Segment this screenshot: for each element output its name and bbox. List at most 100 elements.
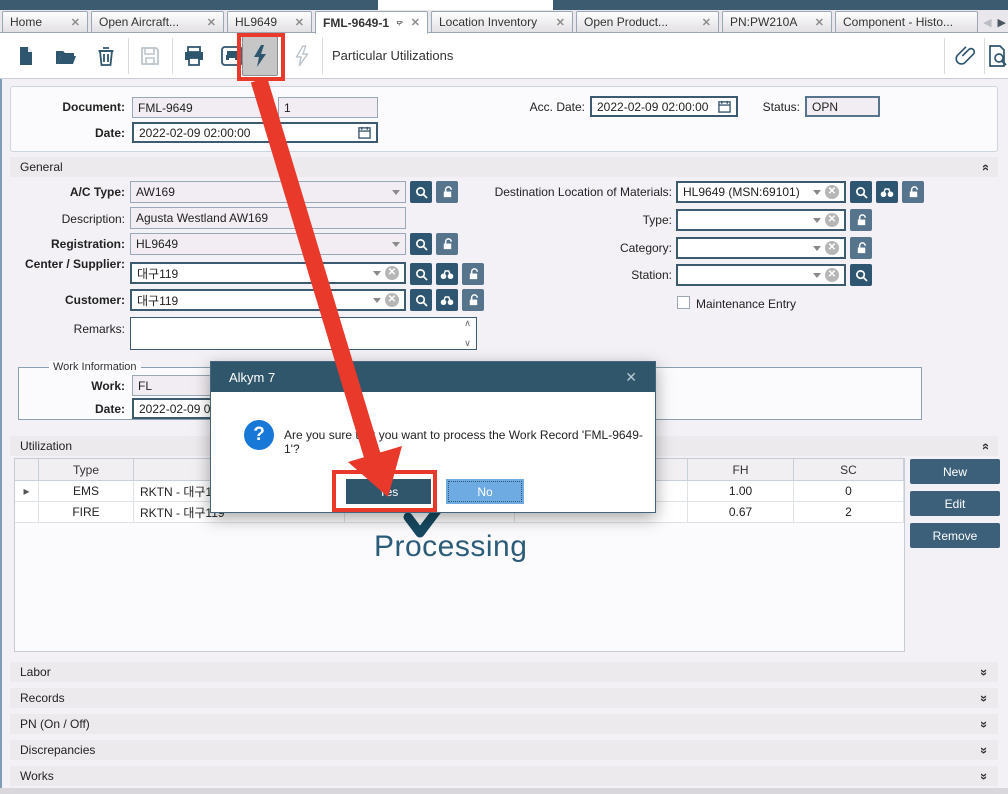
- dest-location-combo[interactable]: HL9649 (MSN:69101) ✕: [676, 181, 846, 203]
- type-combo[interactable]: ✕: [676, 209, 846, 231]
- cell-type[interactable]: EMS: [39, 481, 134, 502]
- remove-button[interactable]: Remove: [910, 523, 1000, 548]
- chevron-down-icon[interactable]: [392, 190, 400, 195]
- dest-location-binoculars-button[interactable]: [876, 181, 898, 203]
- edit-button[interactable]: Edit: [910, 491, 1000, 516]
- tab-open-aircraft[interactable]: Open Aircraft... ✕: [91, 11, 224, 33]
- process-button[interactable]: [242, 36, 278, 76]
- ac-type-combo[interactable]: AW169: [130, 181, 406, 203]
- section-records[interactable]: Records »: [10, 688, 998, 708]
- clear-icon[interactable]: ✕: [825, 268, 839, 282]
- calendar-icon[interactable]: [358, 126, 371, 139]
- tab-hl9649[interactable]: HL9649 ✕: [227, 11, 312, 33]
- clear-icon[interactable]: ✕: [825, 213, 839, 227]
- clear-icon[interactable]: ✕: [825, 185, 839, 199]
- general-section-header[interactable]: General »: [10, 157, 998, 177]
- chevron-down-icon[interactable]: [373, 271, 381, 276]
- process-alt-button[interactable]: [284, 36, 320, 76]
- open-button[interactable]: [48, 36, 84, 76]
- category-combo[interactable]: ✕: [676, 237, 846, 259]
- customer-binoculars-button[interactable]: [436, 289, 458, 311]
- chevron-down-icon[interactable]: [373, 298, 381, 303]
- new-document-button[interactable]: [8, 36, 44, 76]
- print-button[interactable]: [176, 36, 212, 76]
- expand-icon[interactable]: »: [977, 694, 992, 701]
- tab-location-inventory[interactable]: Location Inventory ✕: [431, 11, 573, 33]
- section-works[interactable]: Works »: [10, 766, 998, 786]
- clear-icon[interactable]: ✕: [385, 293, 399, 307]
- attachments-button[interactable]: [948, 36, 984, 76]
- column-header-sc[interactable]: SC: [794, 459, 904, 481]
- cell-sc[interactable]: 0: [794, 481, 904, 502]
- chevron-down-icon[interactable]: [392, 242, 400, 247]
- document-suffix-field[interactable]: 1: [278, 97, 378, 118]
- tab-close-icon[interactable]: ✕: [702, 16, 711, 29]
- cell-fh[interactable]: 0.67: [688, 502, 794, 523]
- remarks-field[interactable]: ∧ ∨: [130, 317, 477, 350]
- delete-button[interactable]: [88, 36, 124, 76]
- tab-open-product[interactable]: Open Product... ✕: [576, 11, 719, 33]
- tab-pn-pw210a[interactable]: PN:PW210A ✕: [722, 11, 832, 33]
- pin-icon[interactable]: [396, 17, 404, 28]
- tab-home[interactable]: Home ✕: [2, 11, 88, 33]
- expand-icon[interactable]: »: [977, 746, 992, 753]
- date-field[interactable]: 2022-02-09 02:00:00: [132, 122, 378, 143]
- tab-close-icon[interactable]: ✕: [815, 16, 824, 29]
- chevron-down-icon[interactable]: [813, 218, 821, 223]
- section-labor[interactable]: Labor »: [10, 662, 998, 682]
- category-unlock-button[interactable]: [850, 237, 872, 259]
- tab-close-icon[interactable]: ✕: [556, 16, 565, 29]
- tab-component-history[interactable]: Component - Histo...: [835, 11, 978, 33]
- column-header-type[interactable]: Type: [39, 459, 134, 481]
- remarks-scrollbar[interactable]: ∧ ∨: [460, 318, 475, 349]
- customer-search-button[interactable]: [410, 289, 432, 311]
- tab-close-icon[interactable]: ✕: [207, 16, 216, 29]
- no-button[interactable]: No: [446, 479, 524, 504]
- collapse-icon[interactable]: »: [977, 163, 992, 170]
- save-button[interactable]: [132, 36, 168, 76]
- clear-icon[interactable]: ✕: [385, 266, 399, 280]
- clear-icon[interactable]: ✕: [825, 241, 839, 255]
- dest-location-search-button[interactable]: [850, 181, 872, 203]
- expand-icon[interactable]: »: [977, 668, 992, 675]
- customer-combo[interactable]: 대구119 ✕: [130, 289, 406, 311]
- document-number-field[interactable]: FML-9649: [132, 97, 264, 118]
- cell-fh[interactable]: 1.00: [688, 481, 794, 502]
- station-combo[interactable]: ✕: [676, 264, 846, 286]
- maintenance-entry-checkbox[interactable]: [677, 296, 690, 309]
- tab-close-icon[interactable]: ✕: [295, 16, 304, 29]
- column-header-fh[interactable]: FH: [688, 459, 794, 481]
- cell-type[interactable]: FIRE: [39, 502, 134, 523]
- scroll-up-icon[interactable]: ∧: [464, 318, 471, 329]
- collapse-icon[interactable]: »: [977, 442, 992, 449]
- close-icon[interactable]: ✕: [625, 369, 637, 386]
- paperclip-icon: [955, 45, 977, 67]
- dialog-title-bar[interactable]: Alkym 7 ✕: [211, 362, 655, 392]
- chevron-down-icon[interactable]: [813, 190, 821, 195]
- tab-close-icon[interactable]: ✕: [71, 16, 80, 29]
- cell-sc[interactable]: 2: [794, 502, 904, 523]
- center-supplier-combo[interactable]: 대구119 ✕: [130, 262, 406, 284]
- tab-fml-9649-1[interactable]: FML-9649-1 ✕: [315, 11, 428, 34]
- acc-date-field[interactable]: 2022-02-09 02:00:00: [590, 96, 738, 117]
- chevron-down-icon[interactable]: [813, 273, 821, 278]
- station-search-button[interactable]: [850, 264, 872, 286]
- tab-scroll-right-icon[interactable]: ▶: [998, 16, 1006, 29]
- customer-unlock-button[interactable]: [462, 289, 484, 311]
- scroll-down-icon[interactable]: ∨: [464, 338, 471, 349]
- report-button[interactable]: [986, 36, 1008, 76]
- section-pn-on-off[interactable]: PN (On / Off) »: [10, 714, 998, 734]
- type-unlock-button[interactable]: [850, 209, 872, 231]
- tab-scroll-left-icon[interactable]: ◀: [983, 16, 991, 29]
- section-discrepancies[interactable]: Discrepancies »: [10, 740, 998, 760]
- expand-icon[interactable]: »: [977, 720, 992, 727]
- expand-icon[interactable]: »: [977, 772, 992, 779]
- row-selector[interactable]: [15, 502, 39, 523]
- new-button[interactable]: New: [910, 459, 1000, 484]
- registration-combo[interactable]: HL9649: [130, 233, 406, 255]
- tab-close-icon[interactable]: ✕: [411, 16, 420, 29]
- dest-location-unlock-button[interactable]: [902, 181, 924, 203]
- yes-button[interactable]: Yes: [346, 479, 431, 504]
- chevron-down-icon[interactable]: [813, 246, 821, 251]
- row-selector[interactable]: ▸: [15, 481, 39, 502]
